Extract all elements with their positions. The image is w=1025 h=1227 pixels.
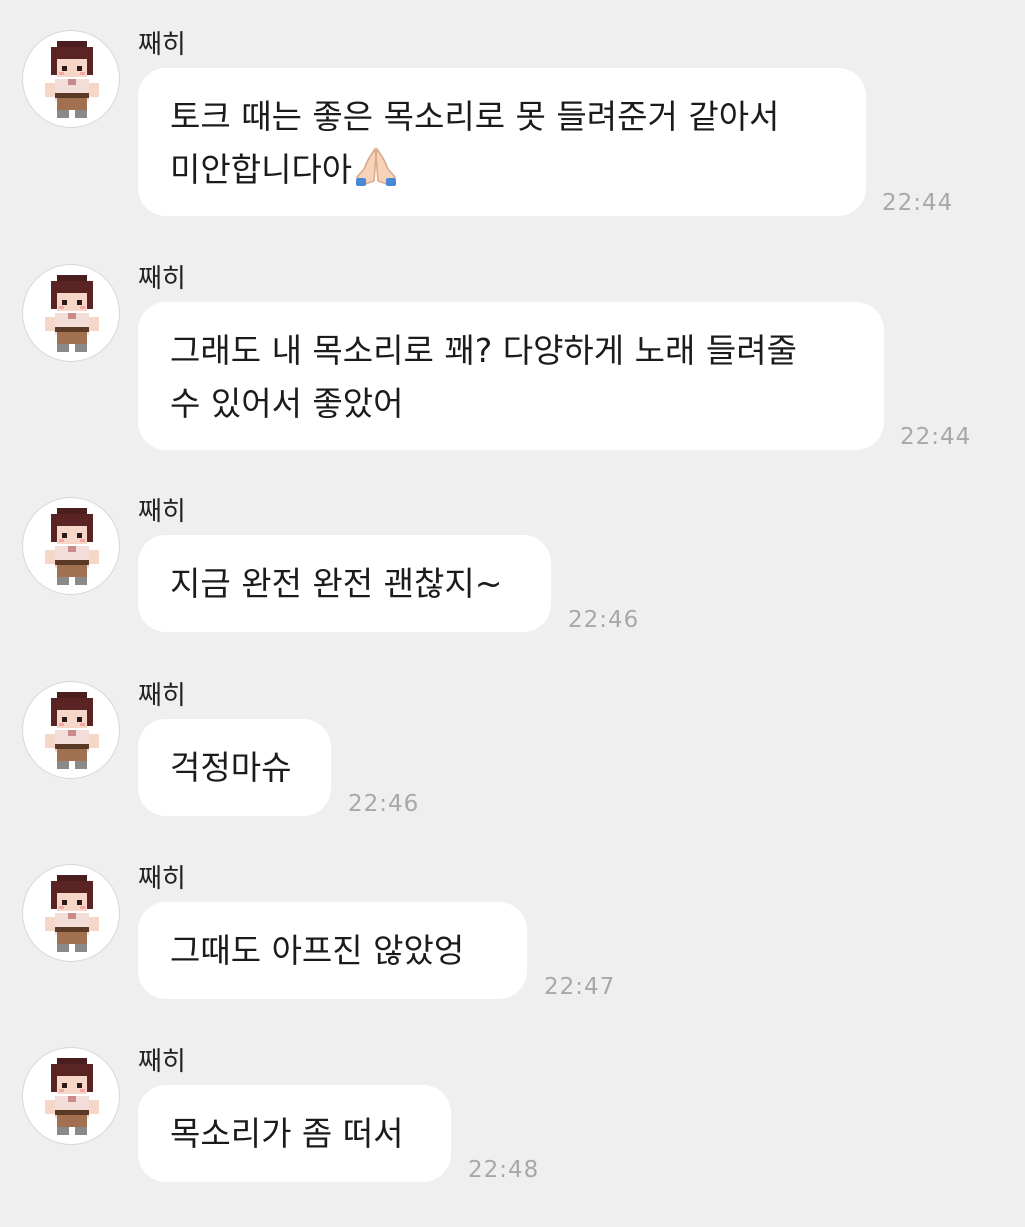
pixel-character-avatar-icon — [45, 875, 99, 952]
message-text: 미안합니다아 — [170, 150, 353, 189]
message-bubble[interactable]: 그때도 아프진 않았엉 — [138, 902, 527, 999]
avatar[interactable] — [22, 264, 120, 362]
message-text: 그때도 아프진 않았엉 — [170, 931, 465, 970]
message-timestamp: 22:44 — [900, 424, 972, 450]
message-timestamp: 22:48 — [468, 1157, 540, 1183]
sender-name: 째히 — [138, 681, 186, 711]
avatar[interactable] — [22, 681, 120, 779]
sender-name: 째히 — [138, 497, 186, 527]
message-text: 목소리가 좀 떠서 — [170, 1114, 404, 1153]
pixel-character-avatar-icon — [45, 275, 99, 352]
message-group: 째히 그래도 내 목소리로 꽤? 다양하게 노래 들려줄 수 있어서 좋았어 2… — [0, 264, 1025, 450]
sender-name: 째히 — [138, 30, 186, 60]
message-text: 토크 때는 좋은 목소리로 못 들려준거 같아서 — [170, 97, 780, 136]
message-timestamp: 22:46 — [568, 607, 640, 633]
message-group: 째히 걱정마슈 22:46 — [0, 681, 1025, 861]
avatar[interactable] — [22, 497, 120, 595]
pixel-character-avatar-icon — [45, 692, 99, 769]
message-timestamp: 22:44 — [882, 190, 954, 216]
message-group: 째히 지금 완전 완전 괜찮지~ 22:46 — [0, 497, 1025, 677]
message-text: 수 있어서 좋았어 — [170, 384, 404, 423]
folded-hands-icon — [354, 147, 398, 202]
sender-name: 째히 — [138, 864, 186, 894]
sender-name: 째히 — [138, 1047, 186, 1077]
message-text: 그래도 내 목소리로 꽤? 다양하게 노래 들려줄 — [170, 331, 797, 370]
message-text: 걱정마슈 — [170, 748, 292, 787]
pixel-character-avatar-icon — [45, 41, 99, 118]
pixel-character-avatar-icon — [45, 508, 99, 585]
message-group: 째히 그때도 아프진 않았엉 22:47 — [0, 864, 1025, 1044]
message-bubble[interactable]: 목소리가 좀 떠서 — [138, 1085, 451, 1182]
avatar[interactable] — [22, 30, 120, 128]
avatar[interactable] — [22, 1047, 120, 1145]
sender-name: 째히 — [138, 264, 186, 294]
avatar[interactable] — [22, 864, 120, 962]
message-text-line: 미안합니다아 — [170, 143, 834, 202]
message-bubble[interactable]: 걱정마슈 — [138, 719, 331, 816]
message-bubble[interactable]: 그래도 내 목소리로 꽤? 다양하게 노래 들려줄 수 있어서 좋았어 — [138, 302, 884, 450]
message-bubble[interactable]: 지금 완전 완전 괜찮지~ — [138, 535, 551, 632]
message-text: 지금 완전 완전 괜찮지~ — [170, 564, 503, 603]
message-timestamp: 22:46 — [348, 791, 420, 817]
pixel-character-avatar-icon — [45, 1058, 99, 1135]
message-timestamp: 22:47 — [544, 974, 616, 1000]
message-group: 째히 목소리가 좀 떠서 22:48 — [0, 1047, 1025, 1227]
message-group: 째히 토크 때는 좋은 목소리로 못 들려준거 같아서 미안합니다아 22:44 — [0, 30, 1025, 216]
message-bubble[interactable]: 토크 때는 좋은 목소리로 못 들려준거 같아서 미안합니다아 — [138, 68, 866, 216]
